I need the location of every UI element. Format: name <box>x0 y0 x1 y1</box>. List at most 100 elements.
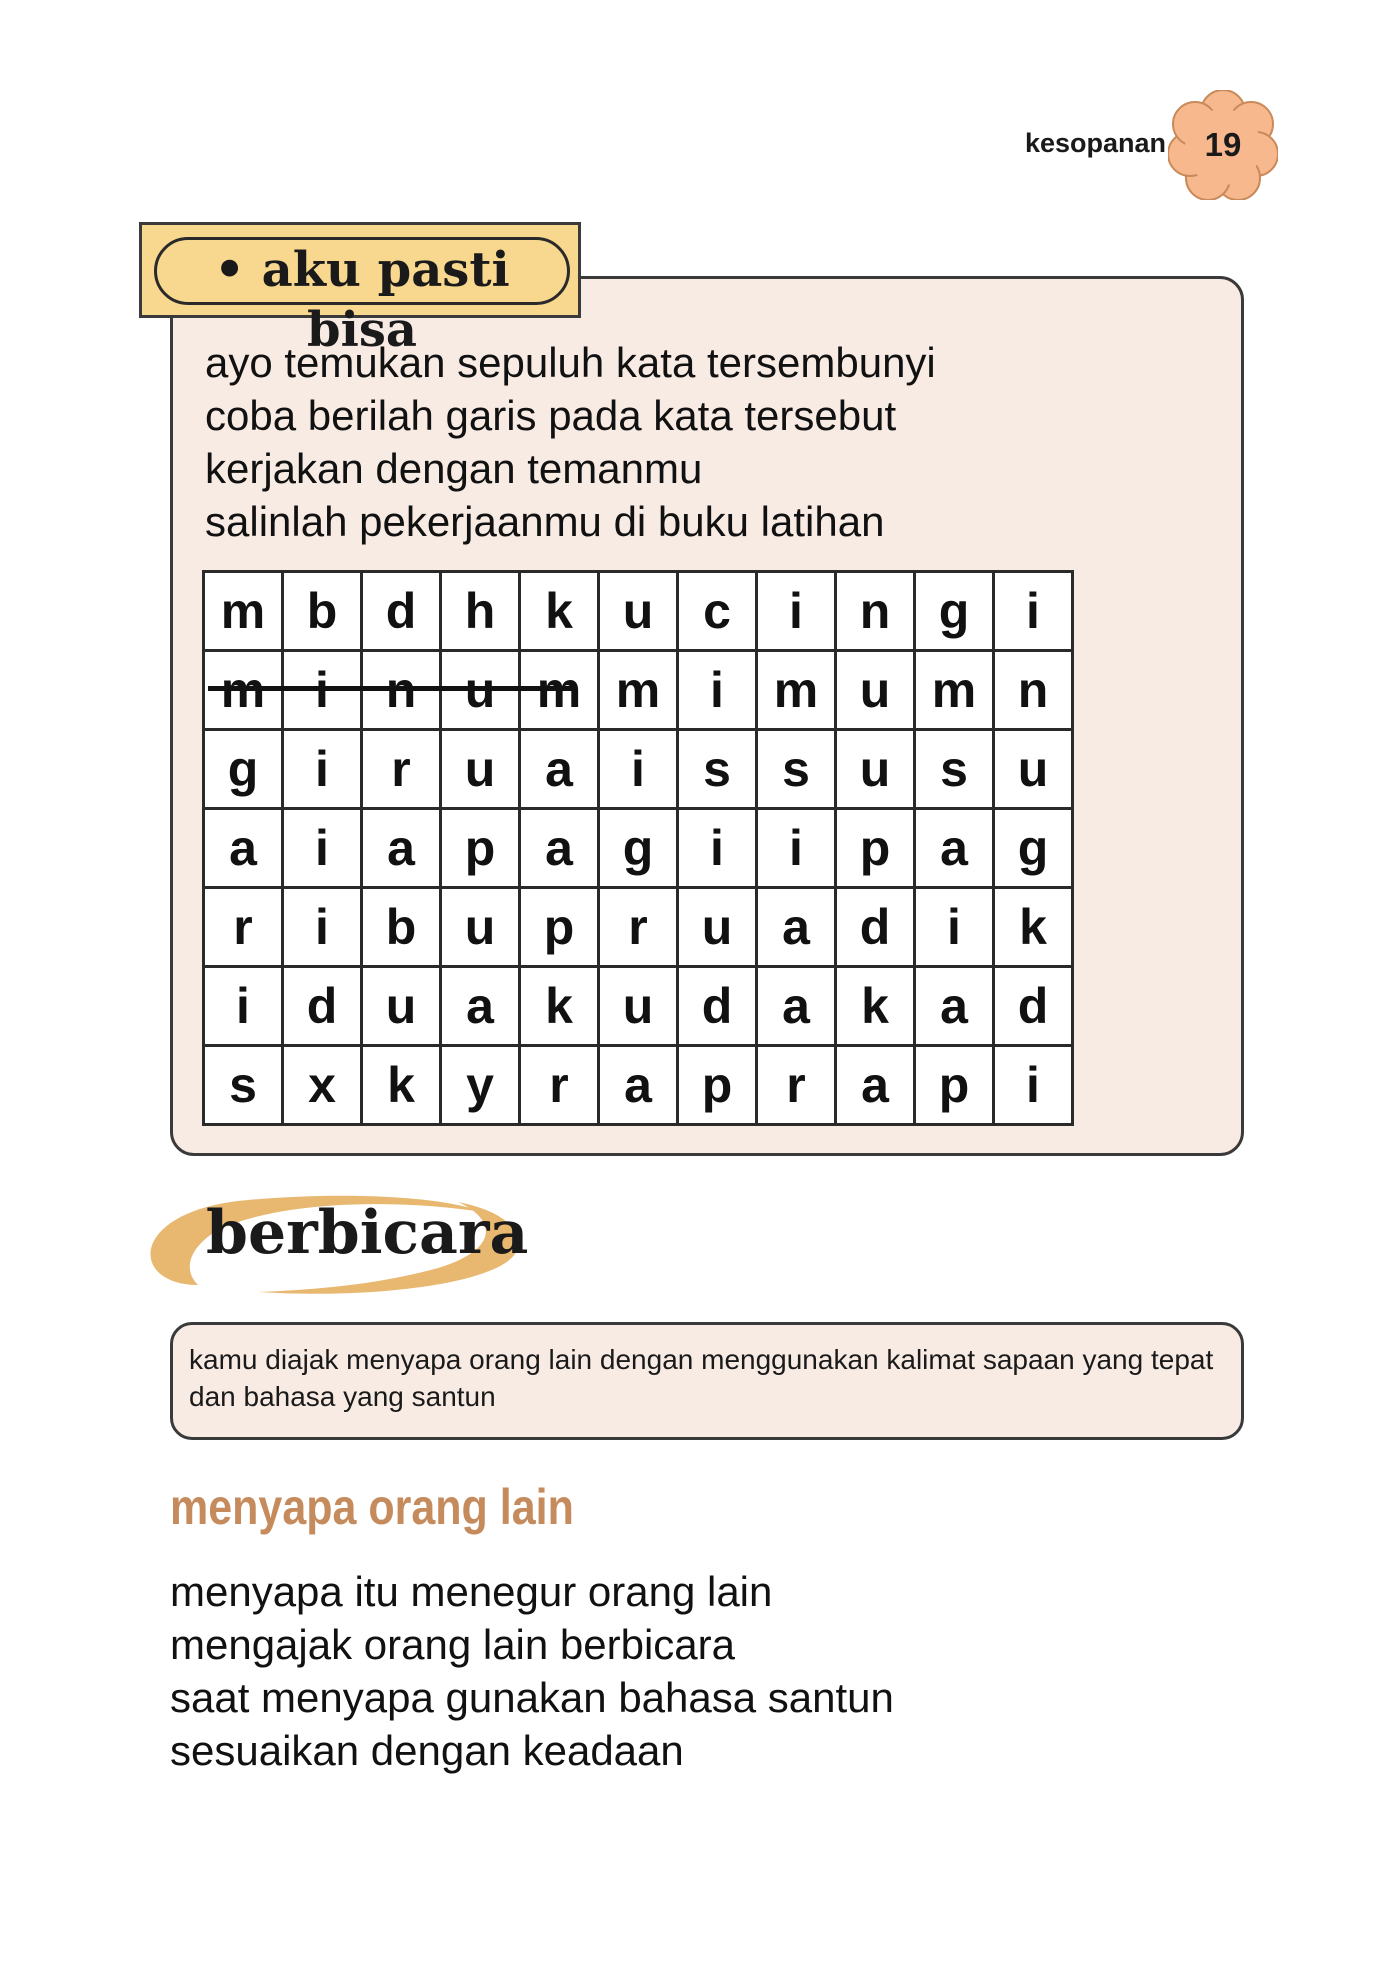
grid-cell: r <box>755 1044 837 1126</box>
grid-cell: u <box>439 886 521 968</box>
grid-cell: k <box>518 965 600 1047</box>
grid-cell: s <box>202 1044 284 1126</box>
section-title: berbicara <box>206 1198 529 1268</box>
activity-title: • aku pasti bisa <box>214 242 510 358</box>
subheading: menyapa orang lain <box>170 1479 574 1535</box>
grid-cell: u <box>597 965 679 1047</box>
grid-cell: h <box>439 570 521 652</box>
grid-cell: i <box>281 886 363 968</box>
grid-cell: g <box>202 728 284 810</box>
word-search-grid: mbdhkucingiminummimumngiruaissusuaiapagi… <box>202 570 1074 1126</box>
grid-cell: u <box>834 728 916 810</box>
grid-cell: a <box>834 1044 916 1126</box>
grid-cell: y <box>439 1044 521 1126</box>
grid-cell: u <box>992 728 1074 810</box>
grid-cell: d <box>992 965 1074 1047</box>
grid-cell: u <box>597 570 679 652</box>
grid-cell: a <box>518 807 600 889</box>
grid-cell: b <box>281 570 363 652</box>
grid-row: aiapagiipag <box>202 807 1074 889</box>
grid-cell: p <box>834 807 916 889</box>
grid-cell: a <box>360 807 442 889</box>
grid-cell: i <box>913 886 995 968</box>
grid-cell: a <box>202 807 284 889</box>
grid-cell: a <box>913 807 995 889</box>
strikethrough-line <box>208 686 576 691</box>
instruction-line: salinlah pekerjaanmu di buku latihan <box>205 498 885 545</box>
grid-cell: d <box>360 570 442 652</box>
grid-cell: p <box>518 886 600 968</box>
grid-cell: i <box>202 965 284 1047</box>
grid-cell: b <box>360 886 442 968</box>
chapter-label: kesopanan <box>1024 128 1166 158</box>
grid-cell: a <box>597 1044 679 1126</box>
body-line: menyapa itu menegur orang lain <box>170 1568 773 1615</box>
grid-cell: a <box>755 965 837 1047</box>
grid-cell: r <box>518 1044 600 1126</box>
grid-cell: k <box>518 570 600 652</box>
instruction-line: coba berilah garis pada kata tersebut <box>205 392 897 439</box>
grid-cell: i <box>755 807 837 889</box>
grid-cell: i <box>597 728 679 810</box>
note-text: kamu diajak menyapa orang lain dengan me… <box>189 1344 1214 1412</box>
grid-cell: n <box>992 649 1074 731</box>
grid-cell: n <box>834 570 916 652</box>
grid-cell: r <box>597 886 679 968</box>
page-number: 19 <box>1204 126 1242 163</box>
grid-cell: u <box>676 886 758 968</box>
grid-row: mbdhkucingi <box>202 570 1074 652</box>
body-text: menyapa itu menegur orang lain mengajak … <box>170 1565 1070 1777</box>
grid-cell: p <box>439 807 521 889</box>
grid-cell: g <box>913 570 995 652</box>
grid-cell: i <box>992 570 1074 652</box>
grid-cell: d <box>676 965 758 1047</box>
body-line: sesuaikan dengan keadaan <box>170 1727 684 1774</box>
grid-cell: c <box>676 570 758 652</box>
grid-cell: i <box>755 570 837 652</box>
instruction-line: ayo temukan sepuluh kata tersembunyi <box>205 339 936 386</box>
grid-cell: i <box>676 649 758 731</box>
grid-cell: s <box>755 728 837 810</box>
grid-cell: a <box>439 965 521 1047</box>
page-number-badge: 19 <box>1168 90 1278 200</box>
grid-cell: m <box>755 649 837 731</box>
activity-title-pill: • aku pasti bisa <box>154 237 570 358</box>
grid-cell: x <box>281 1044 363 1126</box>
grid-cell: g <box>992 807 1074 889</box>
grid-cell: u <box>834 649 916 731</box>
grid-cell: k <box>834 965 916 1047</box>
grid-cell: s <box>676 728 758 810</box>
grid-row: iduakudakad <box>202 965 1074 1047</box>
grid-cell: m <box>597 649 679 731</box>
grid-row: sxkyraprapi <box>202 1044 1074 1126</box>
grid-cell: i <box>676 807 758 889</box>
grid-cell: r <box>202 886 284 968</box>
grid-cell: d <box>281 965 363 1047</box>
instruction-line: kerjakan dengan temanmu <box>205 445 703 492</box>
body-line: mengajak orang lain berbicara <box>170 1621 736 1668</box>
body-line: saat menyapa gunakan bahasa santun <box>170 1674 894 1721</box>
grid-cell: u <box>439 728 521 810</box>
grid-cell: p <box>676 1044 758 1126</box>
grid-cell: a <box>518 728 600 810</box>
grid-cell: k <box>360 1044 442 1126</box>
grid-cell: d <box>834 886 916 968</box>
grid-cell: g <box>597 807 679 889</box>
grid-row: giruaissusu <box>202 728 1074 810</box>
grid-cell: u <box>360 965 442 1047</box>
grid-cell: a <box>913 965 995 1047</box>
grid-cell: i <box>281 728 363 810</box>
grid-cell: i <box>992 1044 1074 1126</box>
section-banner: berbicara <box>138 1190 528 1300</box>
grid-cell: m <box>202 570 284 652</box>
grid-cell: i <box>281 807 363 889</box>
grid-cell: s <box>913 728 995 810</box>
grid-cell: a <box>755 886 837 968</box>
grid-cell: k <box>992 886 1074 968</box>
activity-tab: • aku pasti bisa <box>139 222 581 358</box>
grid-cell: r <box>360 728 442 810</box>
grid-cell: p <box>913 1044 995 1126</box>
note-box: kamu diajak menyapa orang lain dengan me… <box>170 1322 1244 1440</box>
grid-cell: m <box>913 649 995 731</box>
grid-row: ribupruadik <box>202 886 1074 968</box>
